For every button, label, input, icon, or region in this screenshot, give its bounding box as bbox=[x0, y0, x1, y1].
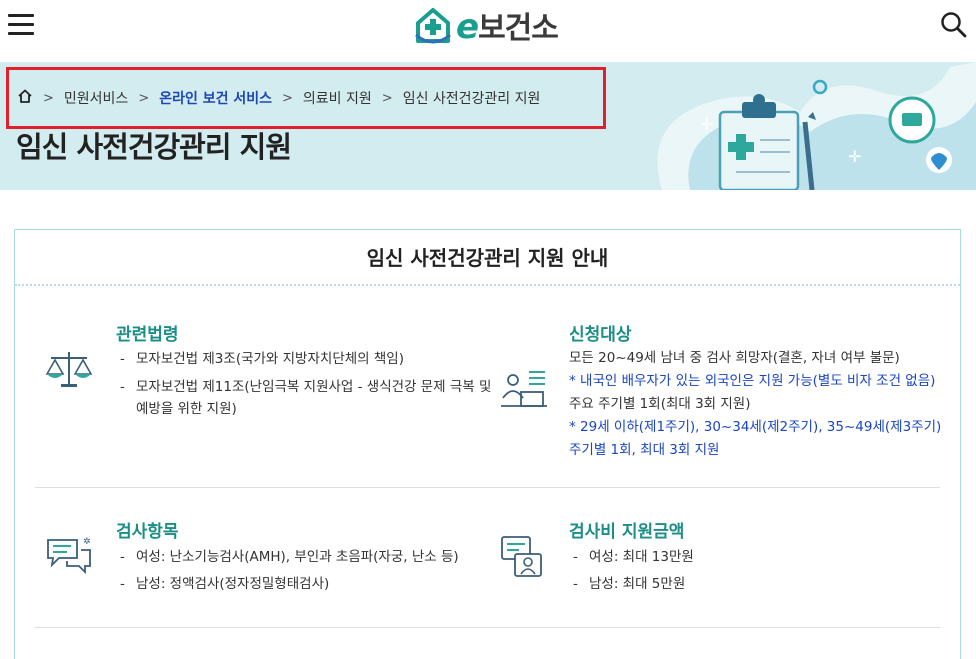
logo[interactable]: e보건소 bbox=[414, 4, 559, 47]
svg-text:✲: ✲ bbox=[83, 537, 91, 547]
target-content: 모든 20~49세 남녀 중 검사 희망자(결혼, 자녀 여부 불문) * 내국… bbox=[569, 347, 954, 462]
scales-icon bbox=[45, 352, 93, 387]
chat-icon: ✲ bbox=[47, 537, 91, 575]
tests-list: 여성: 난소기능검사(AMH), 부인과 초음파(자궁, 난소 등) 남성: 정… bbox=[116, 544, 496, 598]
chevron-right-icon: > bbox=[43, 90, 54, 106]
logo-text: 보건소 bbox=[478, 11, 559, 46]
breadcrumb-item-civil-service[interactable]: 민원서비스 bbox=[64, 88, 128, 108]
target-heading: 신청대상 bbox=[569, 325, 632, 345]
page-title: 임신 사전건강관리 지원 bbox=[16, 130, 292, 164]
target-note-1: * 내국인 배우자가 있는 외국인은 지원 가능(별도 비자 조건 없음) bbox=[569, 373, 936, 389]
svg-text:✛: ✛ bbox=[700, 115, 713, 134]
logo-house-icon bbox=[415, 8, 451, 44]
menu-icon[interactable] bbox=[8, 12, 36, 38]
list-item: 모자보건법 제11조(난임극복 지원사업 - 생식건강 문제 극복 및 예방을 … bbox=[116, 376, 496, 420]
law-list: 모자보건법 제3조(국가와 지방자치단체의 책임) 모자보건법 제11조(난임극… bbox=[116, 346, 496, 420]
target-note-3: 주기별 1회, 최대 3회 지원 bbox=[569, 442, 720, 458]
chevron-right-icon: > bbox=[381, 90, 393, 106]
search-icon[interactable] bbox=[940, 10, 968, 40]
list-item: 모자보건법 제3조(국가와 지방자치단체의 책임) bbox=[116, 346, 496, 373]
target-line-1: 모든 20~49세 남녀 중 검사 희망자(결혼, 자녀 여부 불문) bbox=[569, 350, 900, 366]
home-icon[interactable] bbox=[17, 88, 33, 108]
list-item: 여성: 난소기능검사(AMH), 부인과 초음파(자궁, 난소 등) bbox=[116, 544, 496, 571]
list-item: 여성: 최대 13만원 bbox=[569, 544, 949, 571]
list-item: 남성: 정액검사(정자정밀형태검사) bbox=[116, 571, 496, 598]
section-divider bbox=[35, 487, 940, 488]
law-heading: 관련법령 bbox=[116, 325, 179, 345]
chevron-right-icon: > bbox=[138, 90, 150, 106]
breadcrumb: > 민원서비스 > 온라인 보건 서비스 > 의료비 지원 > 임신 사전건강관… bbox=[6, 67, 606, 129]
chevron-right-icon: > bbox=[282, 90, 293, 106]
support-icon bbox=[501, 536, 542, 577]
target-line-2: 주요 주기별 1회(최대 3회 지원) bbox=[569, 396, 751, 412]
breadcrumb-item-medical-support[interactable]: 의료비 지원 bbox=[303, 88, 372, 108]
tests-heading: 검사항목 bbox=[116, 522, 179, 542]
header: e보건소 bbox=[0, 0, 976, 62]
panel-title: 임신 사전건강관리 지원 안내 bbox=[366, 246, 609, 270]
section-divider bbox=[35, 627, 940, 628]
hero-banner: > 민원서비스 > 온라인 보건 서비스 > 의료비 지원 > 임신 사전건강관… bbox=[0, 62, 976, 190]
target-note-2: * 29세 이하(제1주기), 30~34세(제2주기), 35~49세(제3주… bbox=[569, 419, 942, 435]
cost-list: 여성: 최대 13만원 남성: 최대 5만원 bbox=[569, 544, 949, 598]
breadcrumb-item-online-health[interactable]: 온라인 보건 서비스 bbox=[159, 88, 272, 108]
dotted-divider bbox=[15, 284, 960, 286]
breadcrumb-item-current[interactable]: 임신 사전건강관리 지원 bbox=[403, 88, 541, 108]
guide-panel: 임신 사전건강관리 지원 안내 관련법령 모자보건법 제3조(국가와 지방자치단… bbox=[14, 229, 961, 659]
hero-illustration: ✛ ✛ bbox=[657, 62, 976, 190]
list-item: 남성: 최대 5만원 bbox=[569, 571, 949, 598]
consult-icon bbox=[501, 371, 547, 407]
svg-text:✛: ✛ bbox=[848, 147, 861, 166]
cost-heading: 검사비 지원금액 bbox=[569, 522, 685, 542]
logo-e: e bbox=[456, 7, 479, 47]
